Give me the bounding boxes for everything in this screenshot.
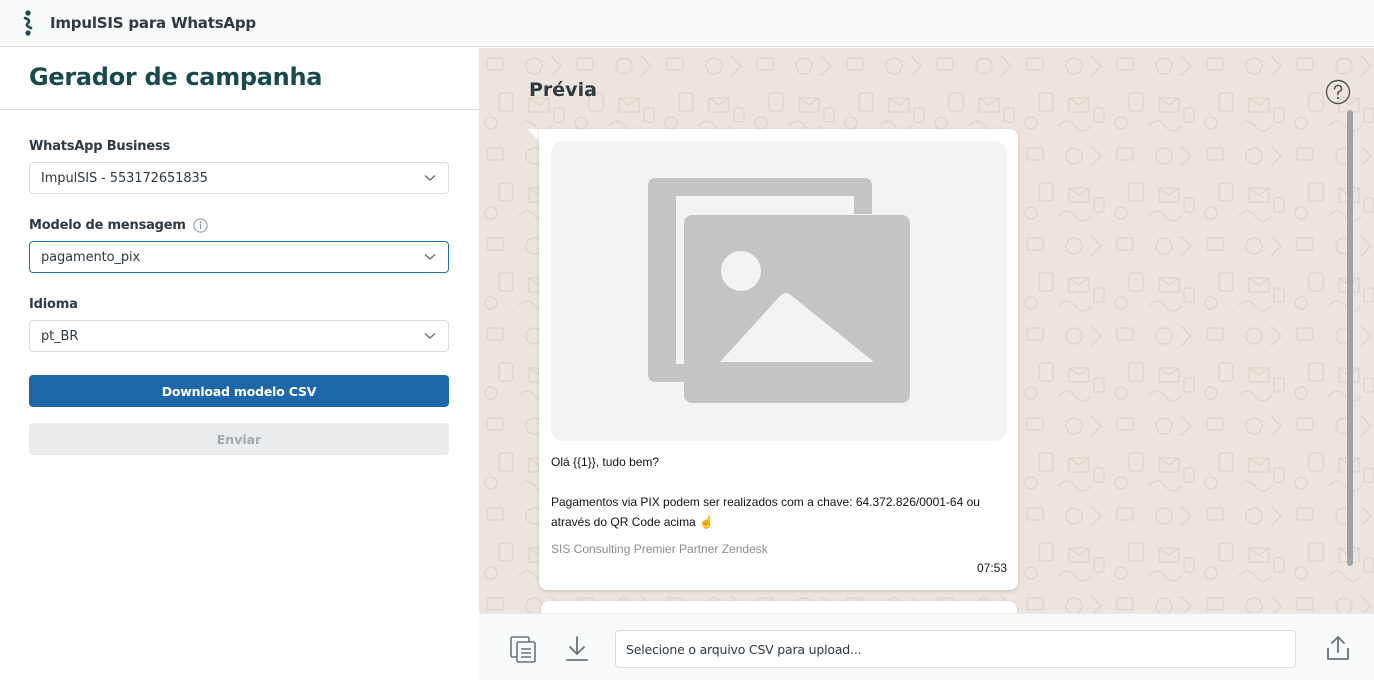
message-text: Olá {{1}}, tudo bem? Pagamentos via PIX …: [551, 452, 1001, 532]
bubble-tail: [527, 129, 539, 141]
message-template-label: Modelo de mensagem: [29, 217, 186, 233]
whatsapp-business-field: WhatsApp Business ImpulSIS - 55317265183…: [29, 138, 449, 194]
copy-icon[interactable]: [509, 635, 537, 663]
message-greeting: Olá {{1}}, tudo bem?: [551, 455, 660, 469]
message-template-label-row: Modelo de mensagem: [29, 217, 449, 233]
download-icon[interactable]: [563, 635, 591, 663]
app-title: ImpulSIS para WhatsApp: [50, 14, 256, 32]
whatsapp-business-select[interactable]: ImpulSIS - 553172651835: [29, 162, 449, 194]
message-time: 07:53: [976, 561, 1007, 575]
preview-title: Prévia: [529, 79, 597, 101]
send-button[interactable]: Enviar: [29, 423, 449, 455]
language-value: pt_BR: [41, 328, 79, 344]
page-title: Gerador de campanha: [29, 63, 323, 91]
bottom-bar: Selecione o arquivo CSV para upload...: [479, 613, 1374, 680]
message-template-field: Modelo de mensagem pagamento_pix: [29, 217, 449, 273]
preview-panel: Prévia Olá {{1}}, tudo bem? Pagamentos v…: [479, 48, 1374, 613]
preview-scrollbar[interactable]: [1347, 110, 1353, 566]
campaign-form: WhatsApp Business ImpulSIS - 55317265183…: [29, 138, 449, 455]
whatsapp-business-value: ImpulSIS - 553172651835: [41, 170, 208, 186]
help-icon[interactable]: [1325, 79, 1351, 105]
message-footer: SIS Consulting Premier Partner Zendesk: [551, 542, 768, 556]
whatsapp-business-label: WhatsApp Business: [29, 138, 171, 154]
message-template-select[interactable]: pagamento_pix: [29, 241, 449, 273]
info-icon[interactable]: [193, 217, 208, 233]
message-content: Pagamentos via PIX podem ser realizados …: [551, 495, 980, 529]
language-select[interactable]: pt_BR: [29, 320, 449, 352]
download-csv-button[interactable]: Download modelo CSV: [29, 375, 449, 407]
language-label: Idioma: [29, 296, 78, 312]
image-placeholder-icon: [648, 178, 910, 403]
message-bubble-next: [541, 601, 1017, 613]
message-bubble: Olá {{1}}, tudo bem? Pagamentos via PIX …: [539, 129, 1018, 590]
chevron-down-icon: [424, 332, 436, 339]
top-bar: ImpulSIS para WhatsApp: [0, 0, 1374, 47]
chevron-down-icon: [424, 174, 436, 181]
message-template-value: pagamento_pix: [41, 249, 141, 265]
upload-icon[interactable]: [1324, 634, 1352, 662]
campaign-header: Gerador de campanha: [0, 48, 479, 110]
language-field: Idioma pt_BR: [29, 296, 449, 352]
impulsis-logo-icon: [23, 10, 33, 36]
chevron-down-icon: [424, 253, 436, 260]
csv-upload-input[interactable]: Selecione o arquivo CSV para upload...: [615, 630, 1296, 668]
campaign-panel: Gerador de campanha WhatsApp Business Im…: [0, 48, 479, 680]
media-placeholder: [551, 141, 1007, 441]
